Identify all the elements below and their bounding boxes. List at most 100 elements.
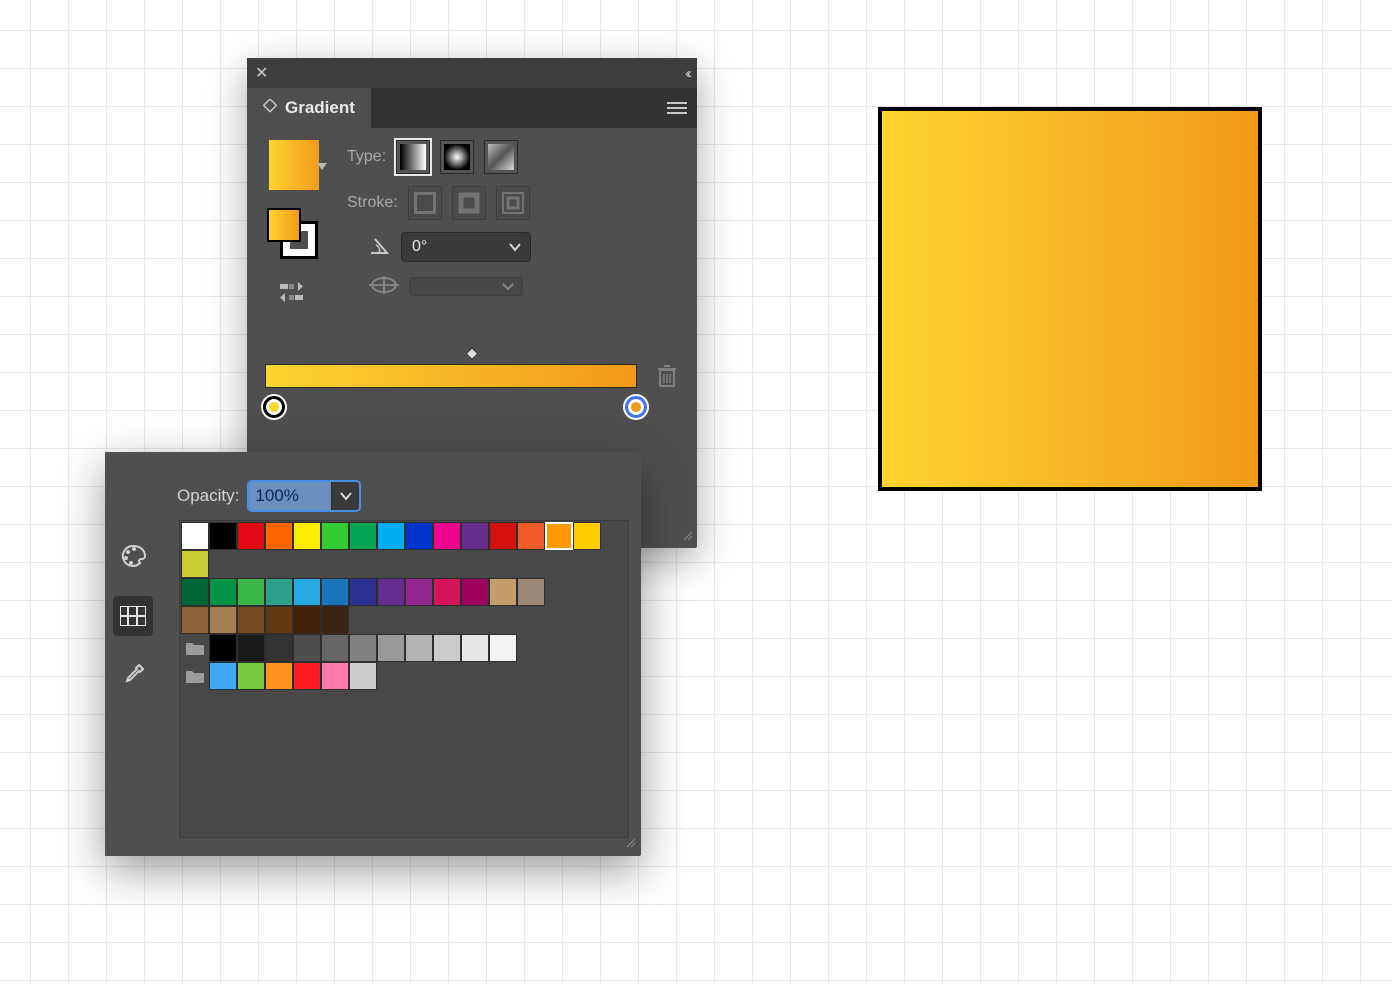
swatch-row-grays [181, 634, 627, 662]
swatch[interactable] [209, 634, 237, 662]
swatch[interactable] [321, 522, 349, 550]
swatch[interactable] [237, 578, 265, 606]
swatch[interactable] [573, 522, 601, 550]
gradient-midpoint-icon[interactable] [465, 348, 479, 365]
swatch[interactable] [293, 578, 321, 606]
tab-gradient[interactable]: Gradient [247, 88, 371, 128]
swatch[interactable] [181, 550, 209, 578]
swatch[interactable] [181, 522, 209, 550]
swatch[interactable] [265, 606, 293, 634]
swatch[interactable] [461, 522, 489, 550]
gradient-slider[interactable] [265, 364, 679, 388]
swatch[interactable] [489, 634, 517, 662]
type-freeform-button[interactable] [484, 140, 518, 174]
swatch[interactable] [545, 522, 573, 550]
swatch[interactable] [265, 634, 293, 662]
opacity-dropdown-icon[interactable] [331, 482, 359, 510]
swatch-grid [179, 520, 629, 838]
swatch[interactable] [321, 662, 349, 690]
swatch[interactable] [349, 662, 377, 690]
panel-resize-icon[interactable] [681, 528, 693, 544]
opacity-input[interactable] [249, 482, 331, 510]
swatch[interactable] [433, 634, 461, 662]
swatch[interactable] [321, 606, 349, 634]
rectangle-shape[interactable] [878, 107, 1262, 491]
swatch-row [181, 522, 627, 578]
folder-icon[interactable] [181, 662, 209, 690]
gradient-tab-icon [263, 98, 277, 118]
close-icon[interactable]: ✕ [255, 63, 268, 83]
stroke-mode-within-button[interactable] [408, 186, 442, 220]
trash-icon[interactable] [657, 364, 677, 391]
gradient-bar[interactable] [265, 364, 637, 388]
swatch[interactable] [181, 606, 209, 634]
swatch[interactable] [209, 662, 237, 690]
angle-input[interactable] [401, 232, 531, 262]
aspect-ratio-icon [369, 274, 399, 299]
gradient-preview[interactable] [269, 140, 319, 190]
swatch[interactable] [461, 578, 489, 606]
tab-label: Gradient [285, 98, 355, 118]
type-label: Type: [347, 148, 386, 166]
stroke-mode-across-button[interactable] [496, 186, 530, 220]
popup-resize-icon[interactable] [624, 835, 636, 851]
swatch[interactable] [321, 578, 349, 606]
type-radial-button[interactable] [440, 140, 474, 174]
swatch[interactable] [433, 522, 461, 550]
swatch[interactable] [517, 522, 545, 550]
opacity-control[interactable] [247, 480, 361, 512]
swatch-row [181, 578, 627, 606]
type-linear-button[interactable] [396, 140, 430, 174]
swatch[interactable] [209, 522, 237, 550]
stroke-mode-along-button[interactable] [452, 186, 486, 220]
angle-field[interactable] [410, 237, 460, 257]
swatch[interactable] [489, 522, 517, 550]
swatch[interactable] [209, 578, 237, 606]
swatch[interactable] [377, 634, 405, 662]
chevron-down-icon[interactable] [508, 239, 522, 255]
swatch[interactable] [489, 578, 517, 606]
swatch[interactable] [293, 606, 321, 634]
swatch[interactable] [293, 634, 321, 662]
fill-swatch[interactable] [269, 210, 299, 240]
swatch[interactable] [349, 634, 377, 662]
swatch[interactable] [405, 634, 433, 662]
swatch[interactable] [293, 662, 321, 690]
swatches-tab[interactable] [113, 596, 153, 636]
panel-titlebar[interactable]: ✕ ‹‹ [247, 58, 697, 88]
reverse-gradient-icon[interactable] [280, 282, 308, 305]
swatch-row-last [181, 662, 627, 690]
swatch[interactable] [265, 578, 293, 606]
swatch[interactable] [349, 522, 377, 550]
swatch[interactable] [265, 662, 293, 690]
eyedropper-tab[interactable] [113, 656, 153, 696]
swatch[interactable] [349, 578, 377, 606]
swatch[interactable] [321, 634, 349, 662]
popup-mode-tabs [105, 452, 161, 856]
swatch[interactable] [517, 578, 545, 606]
collapse-icon[interactable]: ‹‹ [685, 65, 689, 82]
swatch[interactable] [237, 662, 265, 690]
gradient-options: Type: Stroke: [347, 140, 681, 311]
gradient-preset-dropdown-icon[interactable] [317, 158, 327, 174]
swatch[interactable] [405, 578, 433, 606]
swatch[interactable] [293, 522, 321, 550]
swatch[interactable] [209, 606, 237, 634]
gradient-stop-end[interactable] [625, 396, 647, 418]
swatch[interactable] [237, 606, 265, 634]
swatch[interactable] [433, 578, 461, 606]
swatch[interactable] [237, 522, 265, 550]
swatch[interactable] [461, 634, 489, 662]
aspect-ratio-input [409, 277, 523, 296]
swatch[interactable] [377, 578, 405, 606]
swatch[interactable] [181, 578, 209, 606]
swatch[interactable] [265, 522, 293, 550]
swatch[interactable] [377, 522, 405, 550]
swatch[interactable] [237, 634, 265, 662]
swatch[interactable] [405, 522, 433, 550]
fill-stroke-toggle[interactable] [269, 210, 319, 260]
gradient-stop-start[interactable] [263, 396, 285, 418]
panel-menu-icon[interactable] [667, 101, 687, 115]
color-mixer-tab[interactable] [113, 536, 153, 576]
folder-icon[interactable] [181, 634, 209, 662]
